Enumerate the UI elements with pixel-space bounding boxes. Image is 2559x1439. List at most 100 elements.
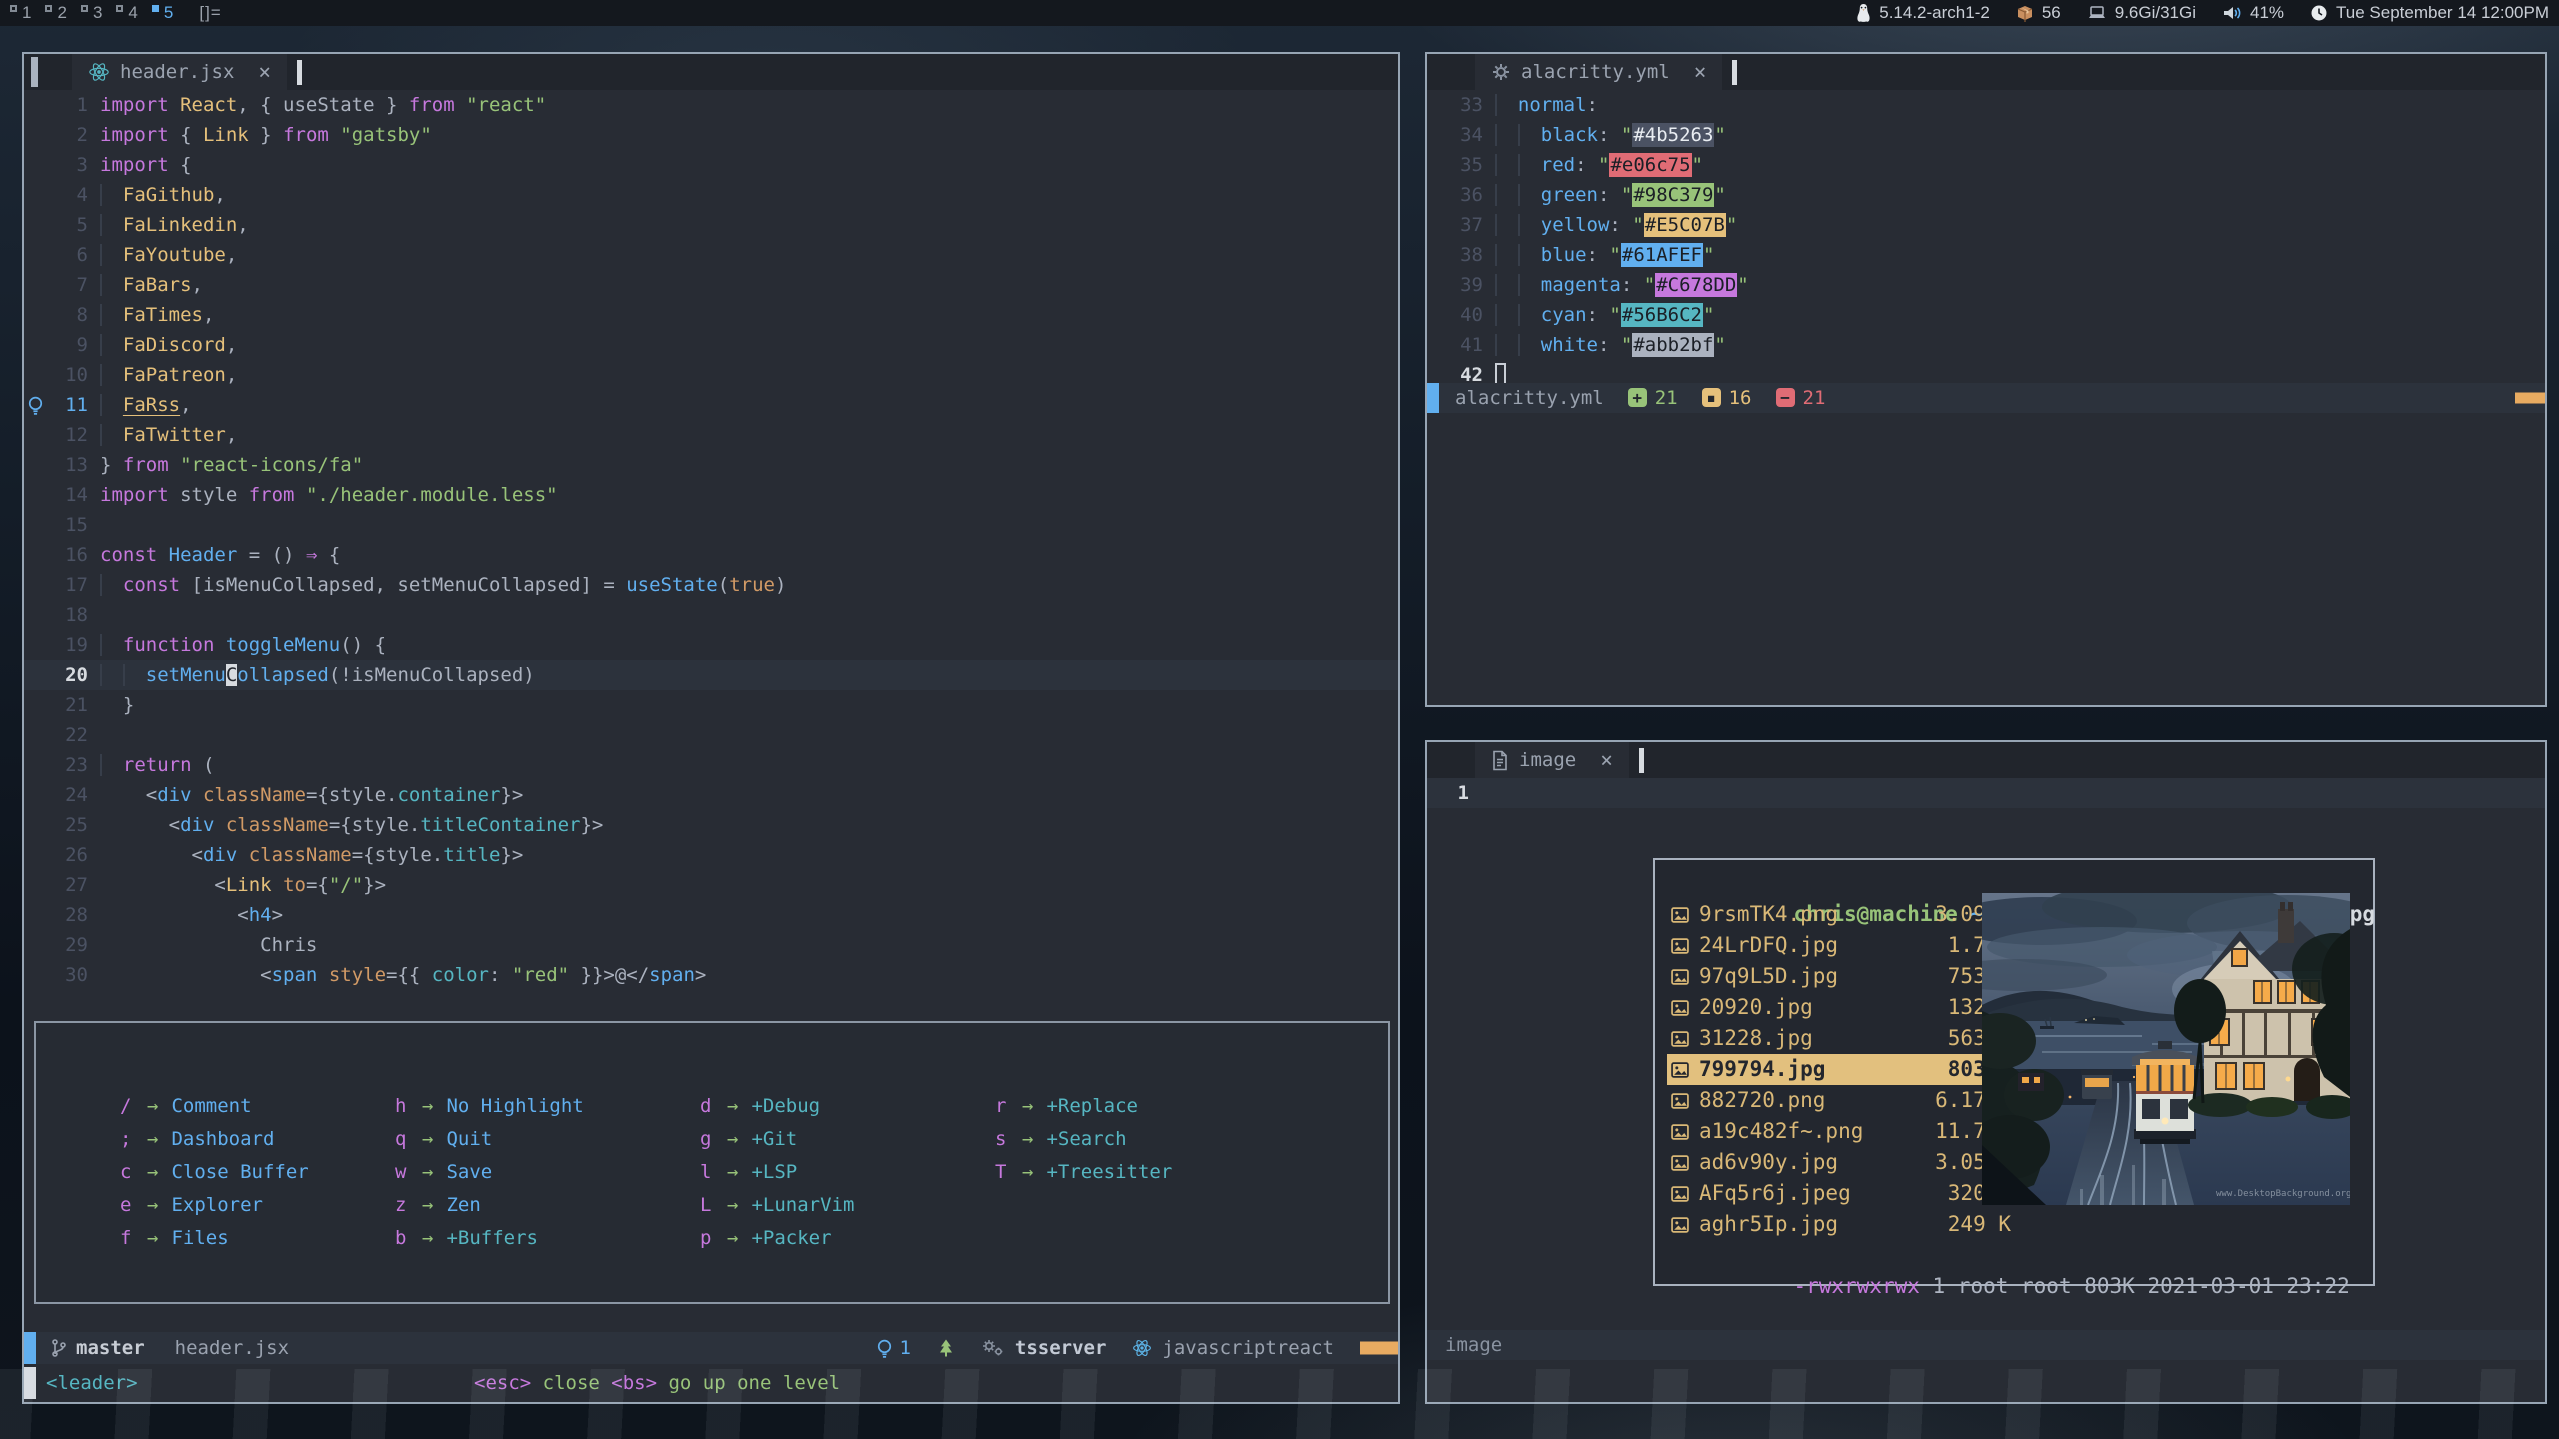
- cmdline-image[interactable]: [1427, 1360, 2545, 1402]
- tab-image[interactable]: image ×: [1475, 742, 1629, 778]
- code-line-1[interactable]: 1: [1427, 778, 2545, 808]
- line-number: 41: [1427, 330, 1483, 360]
- code-line-20[interactable]: 20 setMenuCollapsed(!isMenuCollapsed): [24, 660, 1398, 690]
- whichkey-binding-d[interactable]: d→+Debug: [700, 1089, 995, 1122]
- code-line-27[interactable]: 27 <Link to={"/"}>: [24, 870, 1398, 900]
- cmdline-header[interactable]: <leader> <esc> close <bs> go up one leve…: [24, 1364, 1398, 1402]
- code-line-24[interactable]: 24 <div className={style.container}>: [24, 780, 1398, 810]
- code-line-14[interactable]: 14import style from "./header.module.les…: [24, 480, 1398, 510]
- code-line-16[interactable]: 16const Header = () ⇒ {: [24, 540, 1398, 570]
- code-line-22[interactable]: 22: [24, 720, 1398, 750]
- code-line-41[interactable]: 41 white: "#abb2bf": [1427, 330, 2545, 360]
- code-text: import style from "./header.module.less": [88, 480, 558, 510]
- code-line-26[interactable]: 26 <div className={style.title}>: [24, 840, 1398, 870]
- code-line-1[interactable]: 1import React, { useState } from "react": [24, 90, 1398, 120]
- code-line-36[interactable]: 36 green: "#98C379": [1427, 180, 2545, 210]
- whichkey-binding-r[interactable]: r→+Replace: [995, 1089, 1172, 1122]
- file-row-31228.jpg[interactable]: 31228.jpg563 K: [1667, 1023, 2011, 1054]
- code-line-9[interactable]: 9 FaDiscord,: [24, 330, 1398, 360]
- code-buffer-alacritty[interactable]: 33 normal:34 black: "#4b5263"35 red: "#e…: [1427, 90, 2545, 383]
- workspace-5[interactable]: 5: [152, 3, 173, 23]
- lightbulb-icon[interactable]: [24, 390, 46, 420]
- code-line-3[interactable]: 3import {: [24, 150, 1398, 180]
- file-row-24LrDFQ.jpg[interactable]: 24LrDFQ.jpg1.7 M: [1667, 930, 2011, 961]
- whichkey-binding-T[interactable]: T→+Treesitter: [995, 1155, 1172, 1188]
- arrow-icon: →: [727, 1128, 738, 1150]
- code-line-38[interactable]: 38 blue: "#61AFEF": [1427, 240, 2545, 270]
- whichkey-binding-z[interactable]: z→Zen: [395, 1188, 700, 1221]
- whichkey-binding-l[interactable]: l→+LSP: [700, 1155, 995, 1188]
- code-line-6[interactable]: 6 FaYoutube,: [24, 240, 1398, 270]
- scroll-position-marker[interactable]: [2515, 392, 2545, 403]
- code-line-39[interactable]: 39 magenta: "#C678DD": [1427, 270, 2545, 300]
- file-row-20920.jpg[interactable]: 20920.jpg132 K: [1667, 992, 2011, 1023]
- code-line-35[interactable]: 35 red: "#e06c75": [1427, 150, 2545, 180]
- whichkey-binding-h[interactable]: h→No Highlight: [395, 1089, 700, 1122]
- whichkey-binding-c[interactable]: c→Close Buffer: [120, 1155, 395, 1188]
- code-buffer-header[interactable]: 1import React, { useState } from "react"…: [24, 90, 1398, 1332]
- close-icon[interactable]: ×: [1600, 748, 1613, 772]
- tab-header-jsx[interactable]: header.jsx ×: [72, 54, 287, 90]
- file-row-799794.jpg[interactable]: 799794.jpg803 K: [1667, 1054, 2011, 1085]
- code-line-34[interactable]: 34 black: "#4b5263": [1427, 120, 2545, 150]
- workspace-4[interactable]: 4: [116, 3, 137, 23]
- code-line-17[interactable]: 17 const [isMenuCollapsed, setMenuCollap…: [24, 570, 1398, 600]
- whichkey-binding-q[interactable]: q→Quit: [395, 1122, 700, 1155]
- code-line-19[interactable]: 19 function toggleMenu() {: [24, 630, 1398, 660]
- code-line-12[interactable]: 12 FaTwitter,: [24, 420, 1398, 450]
- code-line-8[interactable]: 8 FaTimes,: [24, 300, 1398, 330]
- code-line-29[interactable]: 29 Chris: [24, 930, 1398, 960]
- whichkey-binding-e[interactable]: e→Explorer: [120, 1188, 395, 1221]
- tabline-scroll-thumb[interactable]: [31, 57, 38, 87]
- code-line-21[interactable]: 21 }: [24, 690, 1398, 720]
- file-row-97q9L5D.jpg[interactable]: 97q9L5D.jpg753 K: [1667, 961, 2011, 992]
- layout-symbol[interactable]: []=: [199, 3, 221, 23]
- tabline-alacritty: alacritty.yml ×: [1427, 54, 2545, 90]
- whichkey-binding-s[interactable]: s→+Search: [995, 1122, 1172, 1155]
- code-line-28[interactable]: 28 <h4>: [24, 900, 1398, 930]
- whichkey-binding-g[interactable]: g→+Git: [700, 1122, 995, 1155]
- workspace-1[interactable]: 1: [10, 3, 31, 23]
- whichkey-binding-/[interactable]: /→Comment: [120, 1089, 395, 1122]
- whichkey-binding-b[interactable]: b→+Buffers: [395, 1221, 700, 1254]
- whichkey-binding-;[interactable]: ;→Dashboard: [120, 1122, 395, 1155]
- code-line-15[interactable]: 15: [24, 510, 1398, 540]
- whichkey-binding-L[interactable]: L→+LunarVim: [700, 1188, 995, 1221]
- close-icon[interactable]: ×: [258, 60, 271, 84]
- code-line-13[interactable]: 13} from "react-icons/fa": [24, 450, 1398, 480]
- tab-alacritty-yml[interactable]: alacritty.yml ×: [1475, 54, 1722, 90]
- code-text: [1483, 360, 1506, 383]
- code-line-7[interactable]: 7 FaBars,: [24, 270, 1398, 300]
- whichkey-binding-w[interactable]: w→Save: [395, 1155, 700, 1188]
- code-line-42[interactable]: 42: [1427, 360, 2545, 383]
- whichkey-binding-p[interactable]: p→+Packer: [700, 1221, 995, 1254]
- file-row-aghr5Ip.jpg[interactable]: aghr5Ip.jpg249 K: [1667, 1209, 2011, 1240]
- file-row-AFq5r6j.jpeg[interactable]: AFq5r6j.jpeg320 K: [1667, 1178, 2011, 1209]
- code-buffer-image[interactable]: 1 chris@machine ~/Pictures/wallpapers/79…: [1427, 778, 2545, 1330]
- workspace-3[interactable]: 3: [81, 3, 102, 23]
- code-line-2[interactable]: 2import { Link } from "gatsby": [24, 120, 1398, 150]
- code-text: <div className={style.titleContainer}>: [88, 810, 603, 840]
- code-line-30[interactable]: 30 <span style={{ color: "red" }}>@</spa…: [24, 960, 1398, 990]
- code-line-25[interactable]: 25 <div className={style.titleContainer}…: [24, 810, 1398, 840]
- code-line-33[interactable]: 33 normal:: [1427, 90, 2545, 120]
- diagnostic-hint-icon: [876, 1338, 893, 1359]
- code-line-11[interactable]: 11 FaRss,: [24, 390, 1398, 420]
- scroll-position-marker[interactable]: [1360, 1342, 1398, 1355]
- close-icon[interactable]: ×: [1694, 60, 1707, 84]
- workspace-2[interactable]: 2: [45, 3, 66, 23]
- code-line-4[interactable]: 4 FaGithub,: [24, 180, 1398, 210]
- file-row-9rsmTK4.png[interactable]: 9rsmTK4.png3.09 M: [1667, 899, 2011, 930]
- file-row-a19c482f~.png[interactable]: a19c482f~.png11.7 M: [1667, 1116, 2011, 1147]
- code-line-18[interactable]: 18: [24, 600, 1398, 630]
- file-row-ad6v90y.jpg[interactable]: ad6v90y.jpg3.05 M: [1667, 1147, 2011, 1178]
- line-number: 6: [46, 240, 88, 270]
- cmdline-alacritty[interactable]: [1427, 413, 2545, 706]
- code-line-40[interactable]: 40 cyan: "#56B6C2": [1427, 300, 2545, 330]
- file-row-882720.png[interactable]: 882720.png6.17 M: [1667, 1085, 2011, 1116]
- code-line-10[interactable]: 10 FaPatreon,: [24, 360, 1398, 390]
- code-line-23[interactable]: 23 return (: [24, 750, 1398, 780]
- whichkey-binding-f[interactable]: f→Files: [120, 1221, 395, 1254]
- code-line-37[interactable]: 37 yellow: "#E5C07B": [1427, 210, 2545, 240]
- code-line-5[interactable]: 5 FaLinkedin,: [24, 210, 1398, 240]
